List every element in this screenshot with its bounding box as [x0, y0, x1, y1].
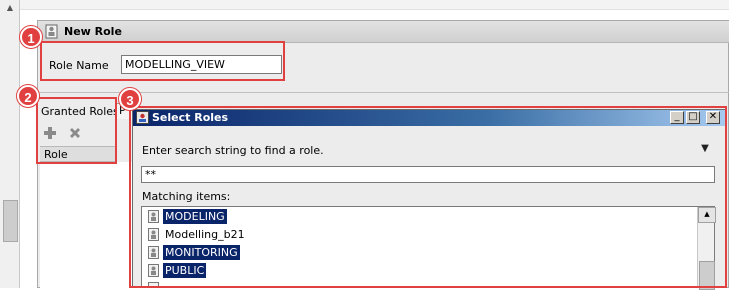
annotation-box-3: [129, 106, 727, 288]
top-toolbar-strip: [20, 0, 729, 10]
annotation-badge-1: 1: [20, 26, 42, 48]
editor-header: [38, 21, 729, 43]
outer-scrollbar[interactable]: ▲: [0, 0, 20, 288]
annotation-badge-3: 3: [119, 88, 141, 110]
divider: [38, 92, 729, 93]
annotation-badge-2: 2: [17, 85, 39, 107]
editor-title: New Role: [64, 25, 122, 38]
role-icon: [45, 24, 58, 39]
annotation-box-2: [36, 97, 117, 164]
scroll-thumb[interactable]: [3, 200, 18, 242]
scroll-up-icon[interactable]: ▲: [0, 0, 20, 16]
granted-roles-list: [40, 162, 133, 288]
annotation-box-1: [40, 41, 285, 81]
